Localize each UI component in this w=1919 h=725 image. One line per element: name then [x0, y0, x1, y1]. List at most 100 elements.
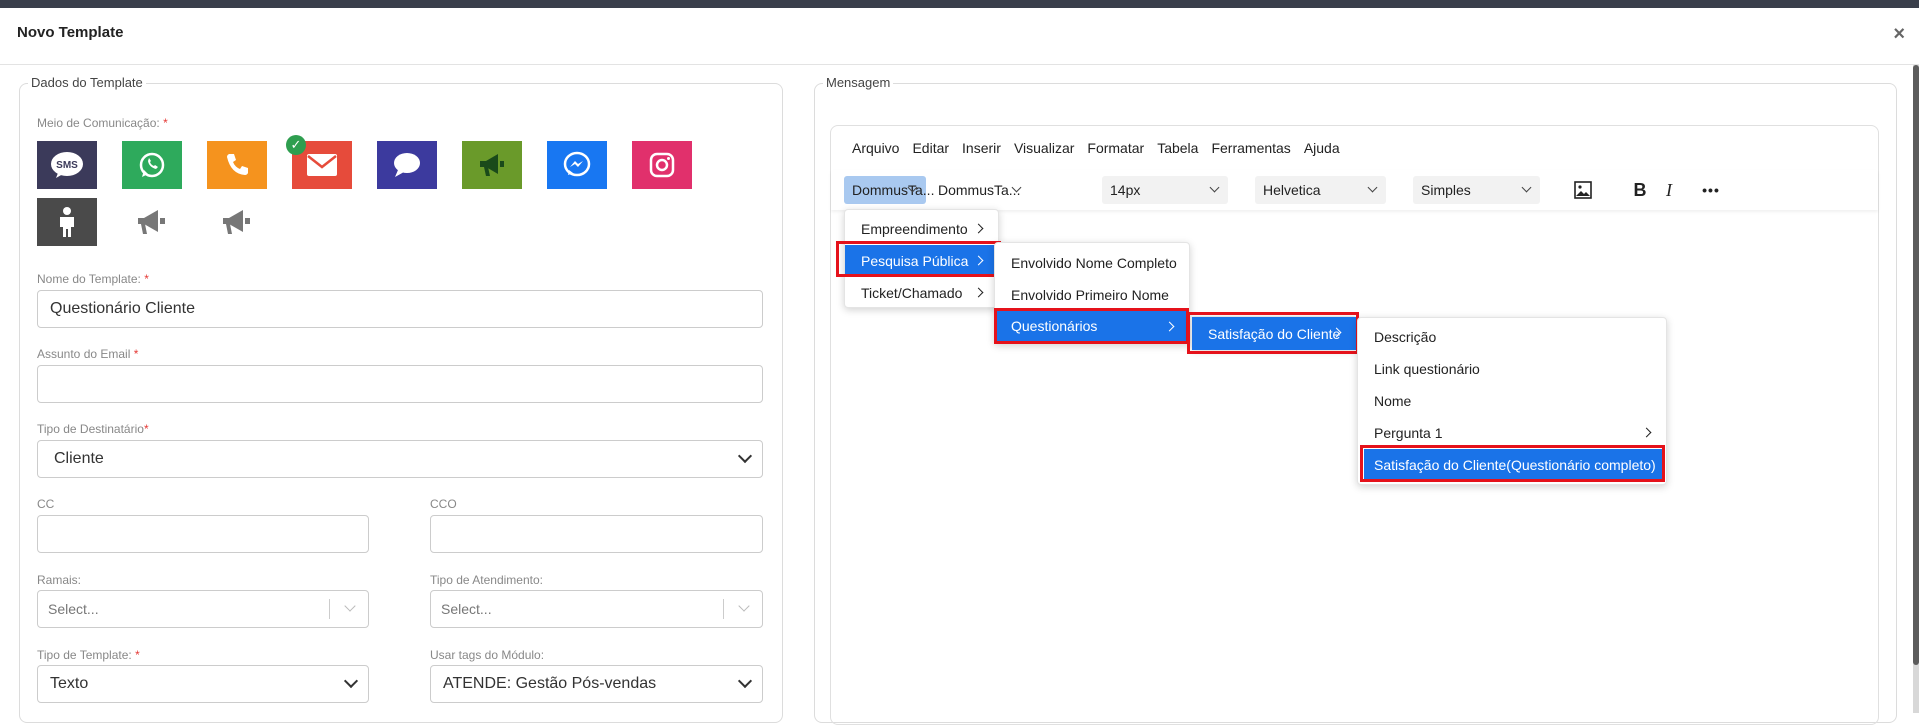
- megaphone-icon: [480, 154, 504, 176]
- template-data-legend: Dados do Template: [28, 75, 146, 90]
- menu-item-envolvido-primeiro-nome[interactable]: Envolvido Primeiro Nome: [995, 279, 1189, 311]
- person-channel-button[interactable]: [37, 198, 97, 246]
- module-tags-label: Usar tags do Módulo:: [430, 648, 545, 662]
- menu-formatar[interactable]: Formatar: [1087, 140, 1144, 156]
- chevron-down-icon: [737, 673, 753, 689]
- font-family-dropdown[interactable]: Helvetica: [1255, 176, 1386, 204]
- template-name-input[interactable]: Questionário Cliente: [37, 290, 763, 328]
- instagram-channel-button[interactable]: [632, 141, 692, 189]
- megaphone-gray-icon: [223, 210, 250, 234]
- megaphone-gray-button-1[interactable]: [122, 198, 182, 246]
- select-separator: [329, 599, 330, 619]
- tag-menu-level-3: Satisfação do Cliente: [1191, 316, 1357, 350]
- cc-label: CC: [37, 497, 55, 511]
- menu-item-label: Envolvido Nome Completo: [1011, 255, 1177, 271]
- modal-header: Novo Template ×: [0, 8, 1919, 65]
- megaphone-gray-icon: [138, 210, 165, 234]
- menu-item-satisfacao-do-cliente[interactable]: Satisfação do Cliente: [1192, 317, 1356, 350]
- chevron-down-icon: [344, 600, 356, 612]
- more-options-button[interactable]: •••: [1696, 176, 1726, 204]
- menu-item-pesquisa-publica[interactable]: Pesquisa Pública: [845, 245, 998, 277]
- image-icon: [1574, 181, 1592, 199]
- template-type-label: Tipo de Template: *: [37, 648, 140, 662]
- selected-check-icon: ✓: [286, 135, 306, 155]
- menu-item-label: Link questionário: [1374, 361, 1480, 377]
- menu-ferramentas[interactable]: Ferramentas: [1211, 140, 1290, 156]
- menu-item-label: Envolvido Primeiro Nome: [1011, 287, 1169, 303]
- tag-menu-level-1: Empreendimento Pesquisa Pública Ticket/C…: [844, 209, 999, 308]
- chevron-down-icon: [1209, 182, 1220, 193]
- menu-item-descricao[interactable]: Descrição: [1358, 321, 1666, 353]
- ramais-select[interactable]: Select...: [37, 590, 369, 628]
- messenger-icon: [563, 151, 591, 177]
- tag-dropdown-2[interactable]: DommusTa...: [930, 176, 1030, 204]
- chevron-down-icon: [343, 673, 359, 689]
- recipient-type-select[interactable]: Cliente: [37, 440, 763, 478]
- sms-icon: SMS: [51, 152, 83, 178]
- menu-editar[interactable]: Editar: [912, 140, 949, 156]
- menu-ajuda[interactable]: Ajuda: [1304, 140, 1340, 156]
- block-style-dropdown[interactable]: Simples: [1413, 176, 1540, 204]
- tag-dropdown-1[interactable]: DommusTa...: [844, 176, 934, 204]
- template-type-select[interactable]: Texto: [37, 665, 369, 703]
- envelope-icon: [307, 154, 337, 176]
- whatsapp-channel-button[interactable]: [122, 141, 182, 189]
- block-style-label: Simples: [1421, 182, 1471, 198]
- sms-channel-button[interactable]: SMS: [37, 141, 97, 189]
- svg-text:SMS: SMS: [56, 160, 78, 171]
- menu-inserir[interactable]: Inserir: [962, 140, 1001, 156]
- cco-label: CCO: [430, 497, 457, 511]
- phone-channel-button[interactable]: [207, 141, 267, 189]
- tag-menu-level-4: Descrição Link questionário Nome Pergunt…: [1357, 317, 1667, 485]
- cc-input[interactable]: [37, 515, 369, 553]
- editor-menubar: Arquivo Editar Inserir Visualizar Format…: [831, 126, 1878, 170]
- top-strip: [0, 0, 1919, 8]
- menu-item-nome[interactable]: Nome: [1358, 385, 1666, 417]
- bold-button[interactable]: B: [1625, 176, 1655, 204]
- instagram-icon: [649, 152, 675, 178]
- editor-toolbar: DommusTa... DommusTa... 14px Helvetica S…: [831, 170, 1878, 210]
- page-scrollbar-thumb[interactable]: [1913, 65, 1919, 665]
- menu-item-label: Pergunta 1: [1374, 425, 1443, 441]
- module-tags-value: ATENDE: Gestão Pós-vendas: [443, 675, 657, 692]
- channel-label: Meio de Comunicação: *: [37, 116, 168, 130]
- email-subject-label: Assunto do Email *: [37, 347, 139, 361]
- insert-image-button[interactable]: [1568, 176, 1598, 204]
- menu-item-empreendimento[interactable]: Empreendimento: [845, 213, 998, 245]
- close-icon[interactable]: ×: [1893, 24, 1905, 44]
- font-family-label: Helvetica: [1263, 182, 1321, 198]
- recipient-type-value: Cliente: [54, 450, 104, 467]
- chevron-right-icon: [973, 287, 984, 298]
- menu-item-pergunta-1[interactable]: Pergunta 1: [1358, 417, 1666, 449]
- menu-visualizar[interactable]: Visualizar: [1014, 140, 1074, 156]
- template-name-label: Nome do Template: *: [37, 272, 149, 286]
- menu-item-satisfacao-completo[interactable]: Satisfação do Cliente(Questionário compl…: [1364, 449, 1662, 481]
- whatsapp-icon: [139, 152, 165, 178]
- tag-menu-level-2: Envolvido Nome Completo Envolvido Primei…: [994, 242, 1190, 344]
- megaphone-channel-button[interactable]: [462, 141, 522, 189]
- cco-input[interactable]: [430, 515, 763, 553]
- chat-channel-button[interactable]: [377, 141, 437, 189]
- attendance-type-select[interactable]: Select...: [430, 590, 763, 628]
- italic-button[interactable]: I: [1654, 176, 1684, 204]
- font-size-dropdown[interactable]: 14px: [1102, 176, 1228, 204]
- chevron-right-icon: [973, 255, 984, 266]
- menu-tabela[interactable]: Tabela: [1157, 140, 1198, 156]
- modal-title: Novo Template: [17, 24, 124, 41]
- megaphone-gray-button-2[interactable]: [207, 198, 267, 246]
- menu-item-ticket-chamado[interactable]: Ticket/Chamado: [845, 277, 998, 309]
- email-subject-input[interactable]: [37, 365, 763, 403]
- font-size-label: 14px: [1110, 182, 1141, 198]
- recipient-type-label: Tipo de Destinatário*: [37, 422, 149, 436]
- menu-item-label: Descrição: [1374, 329, 1437, 345]
- menu-item-envolvido-nome-completo[interactable]: Envolvido Nome Completo: [995, 247, 1189, 279]
- menu-item-questionarios[interactable]: Questionários: [995, 311, 1189, 341]
- chevron-down-icon: [737, 448, 753, 464]
- chevron-right-icon: [1164, 321, 1175, 332]
- menu-item-link-questionario[interactable]: Link questionário: [1358, 353, 1666, 385]
- menu-arquivo[interactable]: Arquivo: [852, 140, 899, 156]
- module-tags-select[interactable]: ATENDE: Gestão Pós-vendas: [430, 665, 763, 703]
- tag-dropdown-2-label: DommusTa...: [938, 182, 1021, 198]
- chat-bubble-icon: [394, 153, 420, 177]
- messenger-channel-button[interactable]: [547, 141, 607, 189]
